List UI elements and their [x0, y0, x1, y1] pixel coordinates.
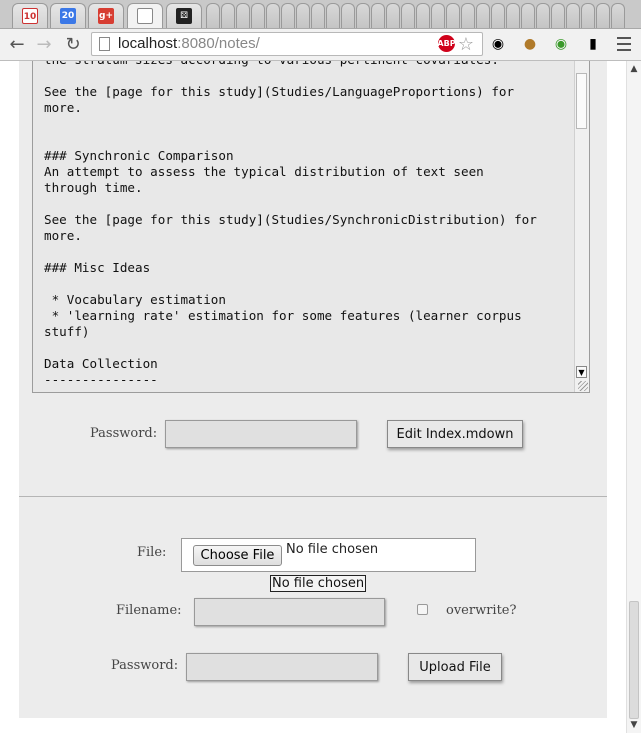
- scroll-down-arrow-icon[interactable]: ▼: [576, 366, 587, 378]
- browser-toolbar: ← → ↻ localhost:8080/notes/ ABP ☆ ◉ ● ◉ …: [0, 29, 641, 61]
- globe-icon[interactable]: ◉: [551, 34, 571, 54]
- page-icon: [99, 37, 110, 51]
- scroll-down-arrow-icon[interactable]: ▼: [629, 720, 639, 730]
- url-path: :8080/notes/: [177, 35, 260, 52]
- tab-collapsed[interactable]: [356, 3, 370, 28]
- back-arrow-icon[interactable]: ←: [6, 33, 28, 55]
- tab-gmail[interactable]: 10: [12, 3, 48, 28]
- tab-collapsed[interactable]: [341, 3, 355, 28]
- tab-collapsed[interactable]: [266, 3, 280, 28]
- file-status-text: No file chosen: [286, 542, 379, 557]
- incognito-mask-icon[interactable]: ◉: [488, 34, 508, 54]
- markdown-editor[interactable]: the stratum sizes according to various p…: [32, 61, 590, 393]
- tab-collapsed[interactable]: [491, 3, 505, 28]
- url-text: localhost:8080/notes/: [118, 35, 260, 52]
- section-divider: [19, 496, 607, 497]
- page-scrollbar[interactable]: ▲ ▼: [626, 61, 641, 733]
- tab-collapsed[interactable]: [296, 3, 310, 28]
- tab-collapsed[interactable]: [611, 3, 625, 28]
- tab-collapsed[interactable]: [251, 3, 265, 28]
- filename-label: Filename:: [116, 603, 182, 618]
- phone-icon[interactable]: ▮: [583, 34, 603, 54]
- tab-dice[interactable]: ⚄: [166, 3, 202, 28]
- content-panel: the stratum sizes according to various p…: [19, 61, 607, 718]
- calendar-icon: 20: [60, 8, 76, 24]
- upload-password-label: Password:: [111, 658, 179, 673]
- page-scrollbar-thumb[interactable]: [629, 601, 639, 719]
- tab-collapsed[interactable]: [206, 3, 220, 28]
- file-tooltip: No file chosen: [270, 575, 367, 592]
- edit-index-button[interactable]: Edit Index.mdown: [387, 420, 523, 448]
- gmail-icon: 10: [22, 8, 38, 24]
- reload-icon[interactable]: ↻: [62, 33, 84, 55]
- tab-collapsed[interactable]: [221, 3, 235, 28]
- tab-collapsed[interactable]: [581, 3, 595, 28]
- page-viewport: the stratum sizes according to various p…: [0, 61, 641, 733]
- tab-collapsed[interactable]: [416, 3, 430, 28]
- tab-collapsed[interactable]: [311, 3, 325, 28]
- bookmark-star-icon[interactable]: ☆: [458, 34, 474, 55]
- cookie-icon[interactable]: ●: [520, 34, 540, 54]
- tab-collapsed[interactable]: [236, 3, 250, 28]
- tab-collapsed[interactable]: [536, 3, 550, 28]
- filename-input[interactable]: [194, 598, 385, 626]
- overwrite-checkbox[interactable]: [417, 604, 428, 615]
- edit-password-input[interactable]: [165, 420, 357, 448]
- tab-collapsed[interactable]: [281, 3, 295, 28]
- tab-collapsed[interactable]: [506, 3, 520, 28]
- tab-notes[interactable]: [127, 3, 163, 28]
- editor-scrollbar-thumb[interactable]: [576, 73, 587, 129]
- tab-collapsed[interactable]: [371, 3, 385, 28]
- scroll-up-arrow-icon[interactable]: ▲: [629, 64, 639, 74]
- menu-icon[interactable]: [615, 33, 633, 55]
- tab-collapsed[interactable]: [521, 3, 535, 28]
- tab-collapsed[interactable]: [461, 3, 475, 28]
- upload-password-input[interactable]: [186, 653, 378, 681]
- tab-collapsed[interactable]: [551, 3, 565, 28]
- tab-collapsed[interactable]: [401, 3, 415, 28]
- tab-google-plus[interactable]: g+: [88, 3, 124, 28]
- tab-strip: 10 20 g+ ⚄: [0, 0, 641, 29]
- tab-collapsed[interactable]: [596, 3, 610, 28]
- tab-calendar[interactable]: 20: [50, 3, 86, 28]
- edit-password-label: Password:: [90, 426, 158, 441]
- blank-page-icon: [137, 8, 153, 24]
- file-input[interactable]: Choose File No file chosen: [181, 538, 476, 572]
- url-host: localhost: [118, 35, 178, 52]
- tab-collapsed[interactable]: [476, 3, 490, 28]
- address-bar[interactable]: localhost:8080/notes/ ABP ☆: [91, 32, 483, 56]
- choose-file-button[interactable]: Choose File: [193, 545, 282, 566]
- tab-collapsed[interactable]: [566, 3, 580, 28]
- upload-file-button[interactable]: Upload File: [408, 653, 502, 681]
- forward-arrow-icon[interactable]: →: [33, 33, 55, 55]
- tab-collapsed[interactable]: [386, 3, 400, 28]
- file-label: File:: [137, 545, 167, 560]
- tab-collapsed[interactable]: [431, 3, 445, 28]
- resize-grip-icon[interactable]: [578, 381, 588, 391]
- tab-collapsed[interactable]: [326, 3, 340, 28]
- google-plus-icon: g+: [98, 8, 114, 24]
- editor-text[interactable]: the stratum sizes according to various p…: [44, 61, 572, 388]
- dice-icon: ⚄: [176, 8, 192, 24]
- overwrite-label: overwrite?: [446, 603, 517, 618]
- tab-collapsed[interactable]: [446, 3, 460, 28]
- adblock-icon[interactable]: ABP: [437, 35, 456, 52]
- editor-scrollbar[interactable]: ▼: [574, 61, 589, 392]
